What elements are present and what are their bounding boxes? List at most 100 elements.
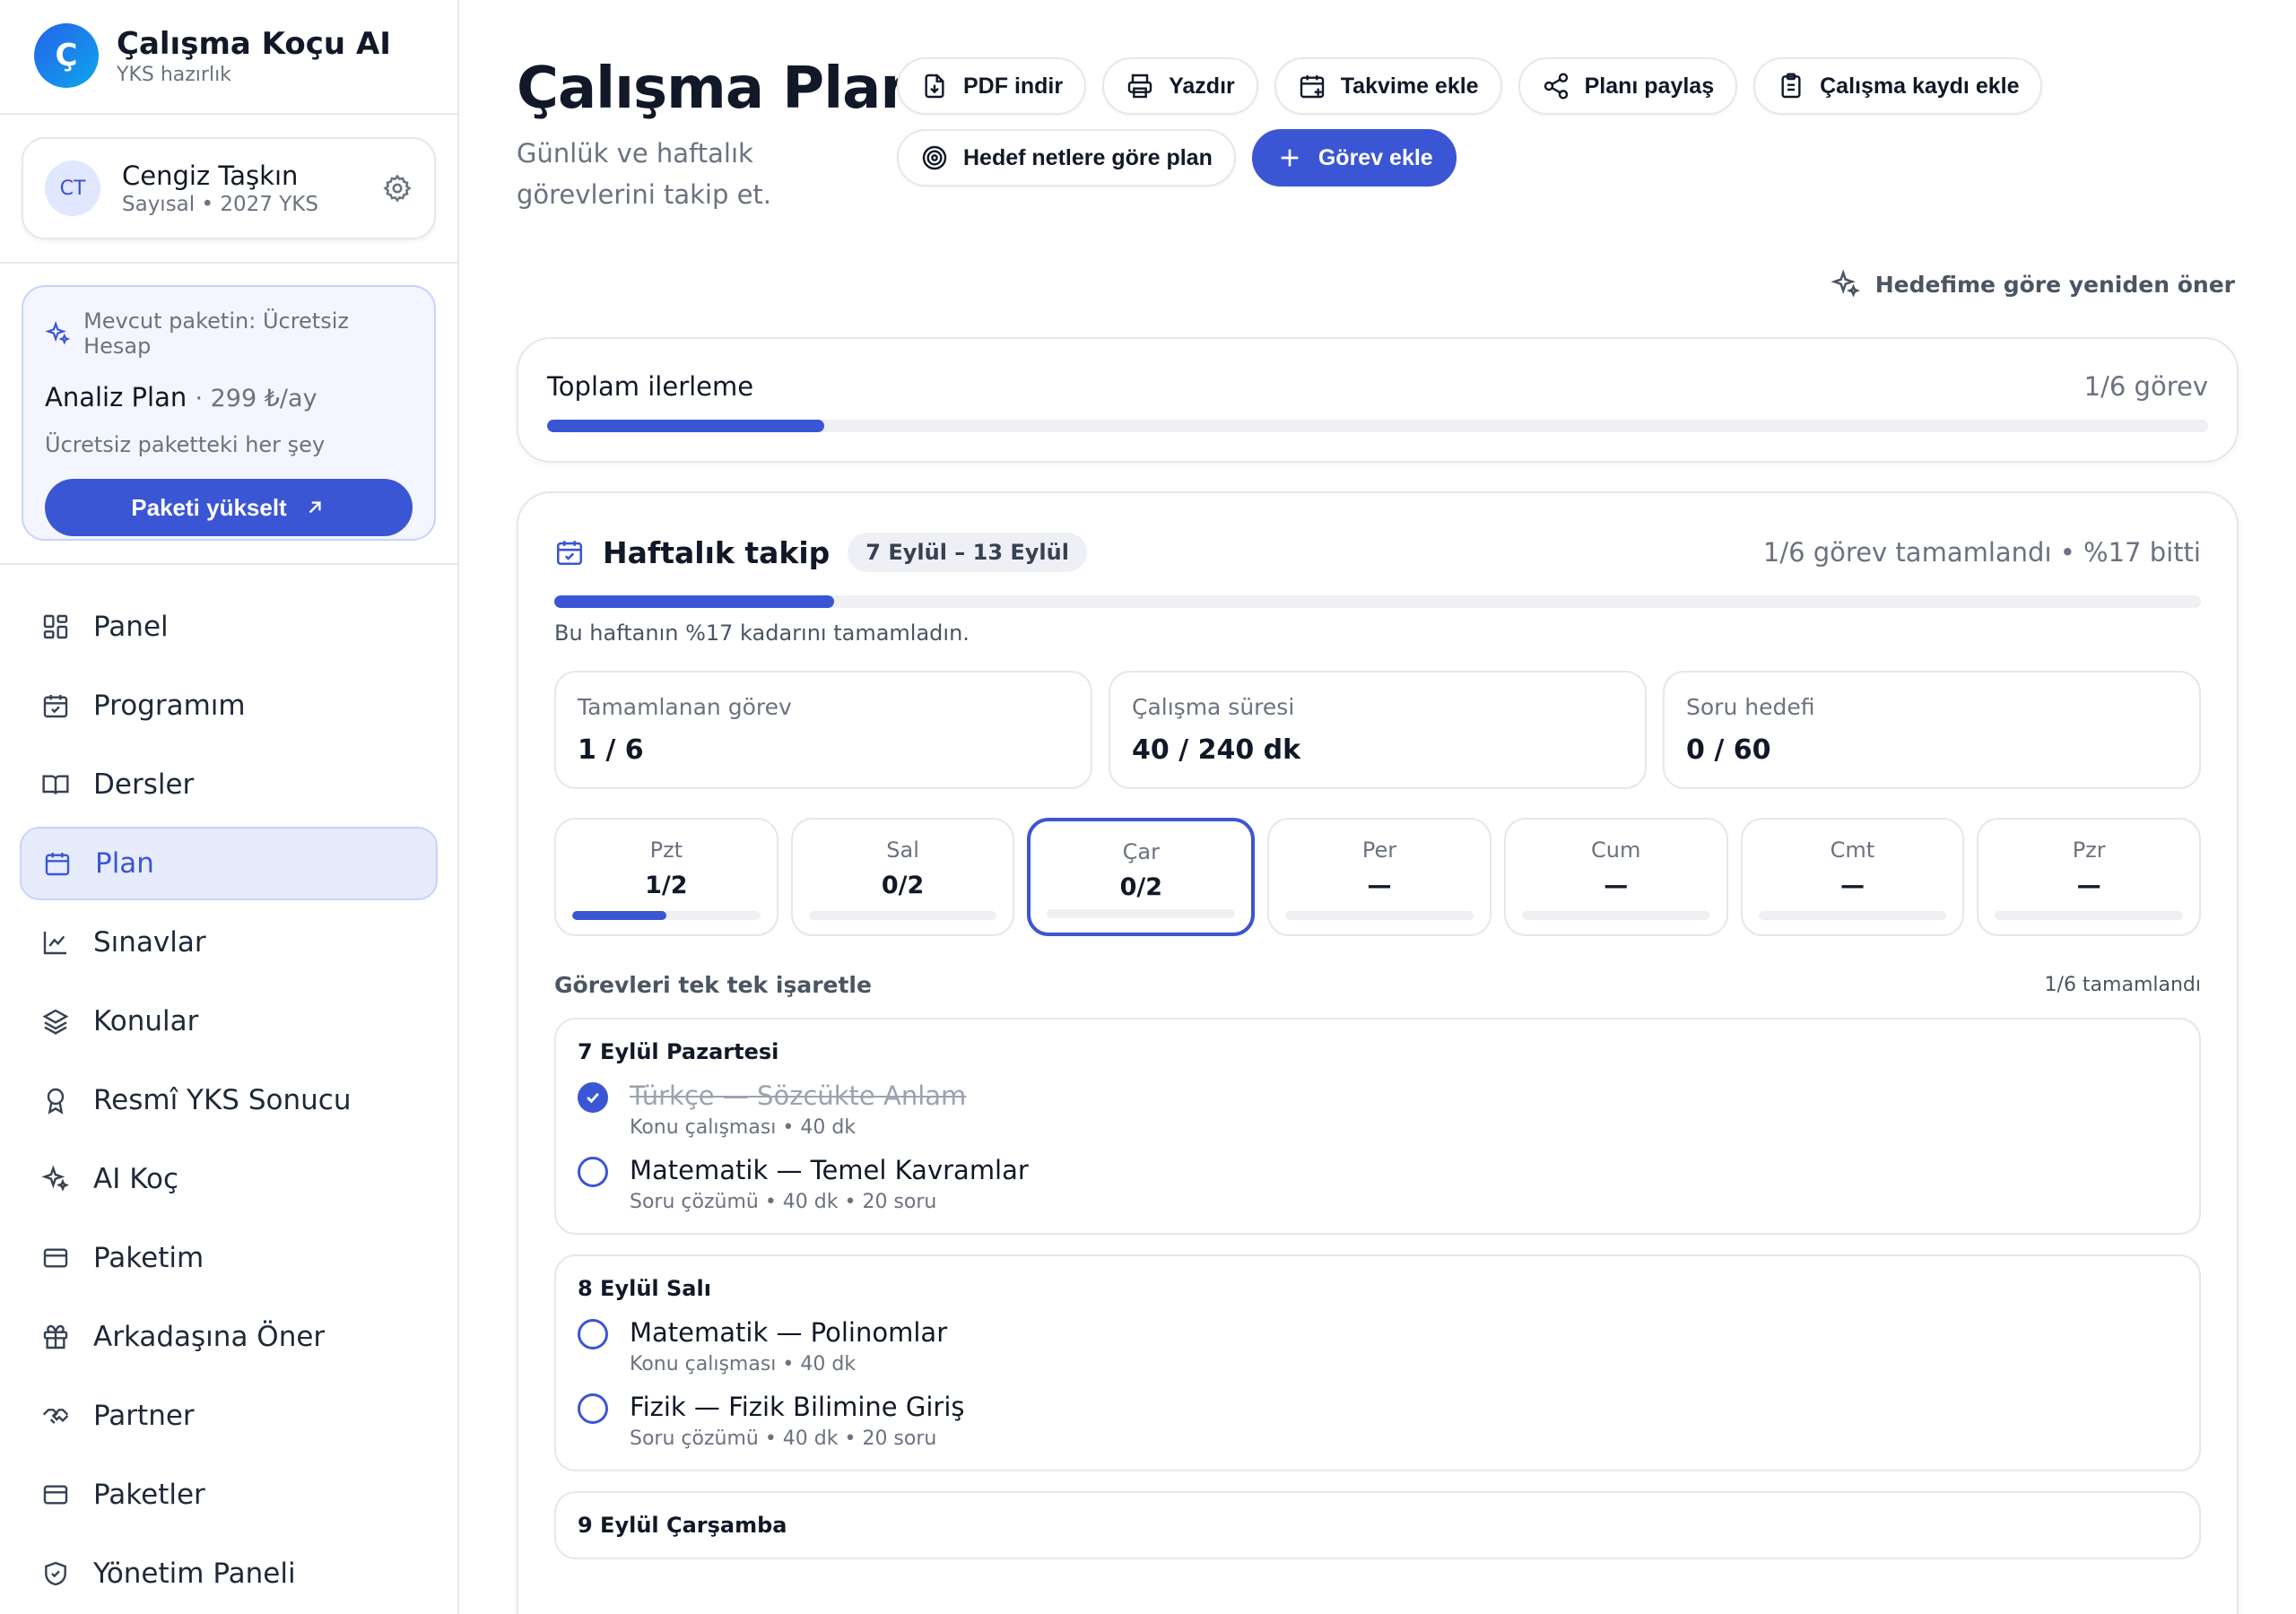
sidebar-item-partner[interactable]: Partner (20, 1379, 438, 1453)
task-item: Türkçe — Sözcükte Anlam Konu çalışması • … (578, 1080, 2178, 1139)
pdf-download-label: PDF indir (963, 73, 1064, 99)
add-to-calendar-button[interactable]: Takvime ekle (1274, 57, 1502, 115)
upgrade-package-button[interactable]: Paketi yükselt (45, 479, 413, 536)
day-card[interactable]: Cmt — (1740, 818, 1965, 936)
sidebar-item-label: AI Koç (93, 1163, 178, 1195)
sidebar-item-ai-koc[interactable]: AI Koç (20, 1142, 438, 1216)
clipboard-icon (1781, 73, 1801, 99)
sidebar-item-paketler[interactable]: Paketler (20, 1458, 438, 1532)
award-icon (47, 1088, 65, 1115)
sidebar-item-plan[interactable]: Plan (20, 827, 438, 900)
task-day-group: 7 Eylül Pazartesi Türkçe — Sözcükte Anlam… (554, 1018, 2201, 1235)
task-checkbox[interactable] (578, 1319, 608, 1349)
sparkles-icon (1831, 269, 1860, 298)
day-progress-bar (1758, 911, 1947, 920)
card-icon (43, 1248, 68, 1268)
sparkles-icon (41, 1165, 70, 1192)
calendar-plus-icon (1300, 75, 1324, 99)
print-button[interactable]: Yazdır (1102, 57, 1258, 115)
day-progress-bar (1521, 911, 1710, 920)
resuggest-label: Hedefime göre yeniden öner (1874, 271, 2235, 298)
task-meta: Konu çalışması • 40 dk (630, 1353, 857, 1375)
sidebar-item-panel[interactable]: Panel (20, 590, 438, 664)
gear-icon[interactable] (382, 173, 413, 204)
main-content: Çalışma Planı Günlük ve haftalık görevle… (459, 0, 2296, 1614)
layers-icon (42, 1009, 69, 1035)
task-meta: Konu çalışması • 40 dk (630, 1116, 857, 1139)
target-icon (922, 145, 947, 170)
task-checkbox[interactable] (578, 1393, 608, 1424)
task-item: Matematik — Polinomlar Konu çalışması • 4… (578, 1317, 2178, 1375)
task-day-title: 8 Eylül Salı (578, 1276, 711, 1301)
brand[interactable]: Ç Çalışma Koçu AI YKS hazırlık (34, 23, 391, 88)
sidebar-item-arkadasina-oner[interactable]: Arkadaşına Öner (20, 1300, 438, 1374)
task-checkbox[interactable] (578, 1082, 608, 1113)
chart-line-icon (43, 932, 66, 955)
total-progress-value: 1/6 görev (2083, 371, 2208, 402)
weekly-progress-fill (554, 595, 835, 608)
day-card[interactable]: Pzr — (1977, 818, 2202, 936)
card-icon (43, 1485, 68, 1505)
share-plan-button[interactable]: Planı paylaş (1518, 57, 1738, 115)
weekly-note: Bu haftanın %17 kadarını tamamladın. (554, 620, 970, 646)
sidebar-item-label: Partner (93, 1400, 195, 1432)
page-title: Çalışma Planı (517, 56, 940, 122)
add-study-log-button[interactable]: Çalışma kaydı ekle (1753, 57, 2043, 115)
day-progress-fill (572, 911, 666, 920)
day-progress-bar (808, 911, 997, 920)
plan-price: · 299 ₺/ay (195, 385, 317, 412)
handshake-icon (42, 1409, 69, 1424)
task-item: Matematik — Temel Kavramlar Soru çözümü •… (578, 1155, 2178, 1213)
stat-label: Tamamlanan görev (578, 694, 792, 720)
sidebar: Ç Çalışma Koçu AI YKS hazırlık CT Cengiz… (0, 0, 459, 1614)
day-value: — (1839, 872, 1865, 899)
weekly-tracking-card: Haftalık takip 7 Eylül – 13 Eylül 1/6 gö… (517, 491, 2239, 1614)
sidebar-item-dersler[interactable]: Dersler (20, 748, 438, 821)
sidebar-item-programim[interactable]: Programım (20, 669, 438, 742)
day-value: — (2076, 872, 2101, 899)
user-card[interactable]: CT Cengiz Taşkın Sayısal • 2027 YKS (22, 137, 436, 239)
day-card[interactable]: Pzt 1/2 (554, 818, 778, 936)
resuggest-button[interactable]: Hedefime göre yeniden öner (1831, 269, 2235, 299)
sidebar-item-label: Programım (93, 690, 246, 722)
day-value: 0/2 (881, 872, 925, 899)
print-label: Yazdır (1169, 73, 1235, 99)
task-checkbox[interactable] (578, 1157, 608, 1187)
day-value: — (1604, 872, 1629, 899)
day-card[interactable]: Cum — (1503, 818, 1728, 936)
stat-value: 1 / 6 (578, 734, 644, 766)
day-card[interactable]: Per — (1267, 818, 1492, 936)
sidebar-item-sinavlar[interactable]: Sınavlar (20, 906, 438, 979)
task-meta: Soru çözümü • 40 dk • 20 soru (630, 1191, 937, 1213)
day-name: Per (1361, 837, 1397, 863)
calendar-check-icon (43, 695, 68, 718)
sidebar-item-label: Sınavlar (93, 926, 206, 959)
sidebar-item-yonetim-paneli[interactable]: Yönetim Paneli (20, 1537, 438, 1610)
sidebar-item-konular[interactable]: Konular (20, 985, 438, 1058)
calendar-check-icon (556, 541, 583, 566)
brand-subtitle: YKS hazırlık (117, 63, 231, 86)
day-value: — (1367, 872, 1392, 899)
day-name: Pzr (2072, 837, 2106, 863)
task-name: Türkçe — Sözcükte Anlam (630, 1080, 967, 1111)
total-progress-label: Toplam ilerleme (547, 371, 754, 402)
page-subtitle: Günlük ve haftalık görevlerini takip et. (517, 138, 772, 210)
add-task-button[interactable]: Görev ekle (1251, 129, 1457, 187)
day-card[interactable]: Çar 0/2 (1027, 818, 1256, 936)
share-plan-label: Planı paylaş (1584, 73, 1715, 99)
stat-study-time: Çalışma süresi 40 / 240 dk (1109, 671, 1647, 789)
sidebar-item-resmi-yks-sonucu[interactable]: Resmî YKS Sonucu (20, 1063, 438, 1137)
sidebar-item-label: Arkadaşına Öner (93, 1321, 326, 1353)
day-card[interactable]: Sal 0/2 (790, 818, 1015, 936)
stat-completed-tasks: Tamamlanan görev 1 / 6 (554, 671, 1092, 789)
sidebar-item-label: Yönetim Paneli (93, 1558, 296, 1590)
divider (0, 262, 459, 264)
printer-icon (1127, 74, 1152, 99)
sidebar-item-label: Plan (95, 847, 154, 880)
file-download-icon (925, 74, 944, 99)
divider (0, 113, 459, 115)
sidebar-item-paketim[interactable]: Paketim (20, 1221, 438, 1295)
pdf-download-button[interactable]: PDF indir (897, 57, 1087, 115)
target-plan-button[interactable]: Hedef netlere göre plan (897, 129, 1236, 187)
day-name: Çar (1122, 839, 1160, 864)
